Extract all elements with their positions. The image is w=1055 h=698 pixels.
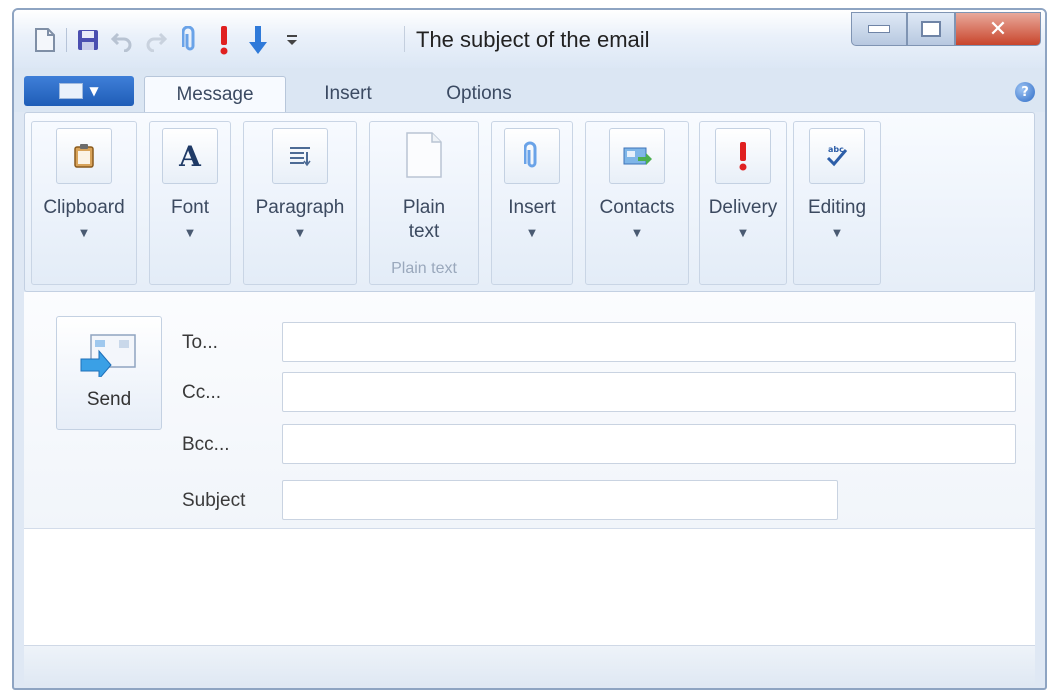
ribbon-group-contacts[interactable]: Contacts ▼	[585, 121, 689, 285]
window-title: The subject of the email	[416, 27, 650, 52]
document-icon	[59, 83, 84, 99]
chevron-down-icon: ▼	[833, 228, 841, 239]
compose-header: Send To... Cc... Bcc... Subject	[24, 292, 1035, 529]
ribbon-group-insert[interactable]: Insert ▼	[491, 121, 573, 285]
minimize-icon	[868, 25, 890, 33]
title-bar: The subject of the email ✕	[14, 10, 1045, 68]
send-button[interactable]: Send	[56, 316, 162, 430]
window-controls: ✕	[851, 12, 1041, 46]
ribbon-group-clipboard[interactable]: Clipboard ▼	[31, 121, 137, 285]
svg-text:abc: abc	[828, 145, 844, 154]
spellcheck-icon: abc	[809, 128, 865, 184]
paragraph-icon	[272, 128, 328, 184]
chevron-down-icon: ▼	[80, 228, 88, 239]
new-icon[interactable]	[28, 24, 62, 56]
bcc-label: Bcc...	[182, 434, 230, 455]
to-field[interactable]	[282, 322, 1016, 362]
ribbon-tab-row: ▼ Message Insert Options ?	[14, 68, 1045, 113]
subject-label: Subject	[182, 490, 246, 511]
status-bar	[24, 646, 1035, 686]
cc-field[interactable]	[282, 372, 1016, 412]
app-menu-button[interactable]: ▼	[24, 76, 134, 106]
plain-text-icon	[397, 128, 451, 182]
contacts-label: Contacts	[599, 197, 675, 218]
exclamation-icon	[715, 128, 771, 184]
message-body[interactable]	[24, 529, 1035, 646]
to-label: To...	[182, 332, 218, 353]
editing-label: Editing	[807, 197, 867, 218]
high-importance-icon[interactable]	[207, 24, 241, 56]
ribbon-group-font[interactable]: A Font ▼	[149, 121, 231, 285]
maximize-icon	[921, 21, 941, 37]
redo-icon[interactable]	[139, 24, 173, 56]
customize-dropdown-icon[interactable]	[275, 24, 309, 56]
chevron-down-icon: ▼	[89, 84, 99, 98]
send-label: Send	[86, 389, 132, 410]
paperclip-icon	[504, 128, 560, 184]
ribbon-group-plain-text[interactable]: Plain text Plain text	[369, 121, 479, 285]
clipboard-label: Clipboard	[43, 197, 125, 218]
save-icon[interactable]	[71, 24, 105, 56]
maximize-button[interactable]	[907, 12, 955, 46]
paragraph-label: Paragraph	[255, 197, 345, 218]
plain-text-label: Plain text	[402, 197, 446, 242]
cc-label: Cc...	[182, 382, 222, 403]
help-icon[interactable]: ?	[1015, 82, 1035, 102]
chevron-down-icon: ▼	[296, 228, 304, 239]
chevron-down-icon: ▼	[528, 228, 536, 239]
minimize-button[interactable]	[851, 12, 907, 46]
tab-insert[interactable]: Insert	[300, 76, 396, 112]
clipboard-icon	[56, 128, 112, 184]
chevron-down-icon: ▼	[633, 228, 641, 239]
close-button[interactable]: ✕	[955, 12, 1041, 46]
subject-field[interactable]	[282, 480, 838, 520]
insert-label: Insert	[508, 197, 556, 218]
title-divider	[404, 26, 405, 52]
ribbon: Clipboard ▼ A Font ▼ Paragraph ▼ Plain t…	[24, 112, 1035, 292]
chevron-down-icon: ▼	[739, 228, 747, 239]
send-icon	[80, 334, 136, 377]
contacts-icon	[609, 128, 665, 184]
close-icon: ✕	[988, 16, 1008, 42]
ribbon-group-delivery[interactable]: Delivery ▼	[699, 121, 787, 285]
quick-access-toolbar	[28, 24, 309, 56]
tab-options[interactable]: Options	[424, 76, 534, 112]
message-window: The subject of the email ✕ ▼ Message Ins…	[12, 8, 1047, 690]
toolbar-separator	[66, 28, 67, 52]
ribbon-group-editing[interactable]: abc Editing ▼	[793, 121, 881, 285]
undo-icon[interactable]	[105, 24, 139, 56]
tab-message[interactable]: Message	[144, 76, 286, 113]
chevron-down-icon: ▼	[186, 228, 194, 239]
font-icon: A	[162, 128, 218, 184]
delivery-label: Delivery	[708, 197, 778, 218]
attach-icon[interactable]	[173, 24, 207, 56]
low-importance-icon[interactable]	[241, 24, 275, 56]
ribbon-group-paragraph[interactable]: Paragraph ▼	[243, 121, 357, 285]
font-label: Font	[170, 197, 210, 218]
bcc-field[interactable]	[282, 424, 1016, 464]
plain-text-group-label: Plain text	[391, 260, 457, 277]
